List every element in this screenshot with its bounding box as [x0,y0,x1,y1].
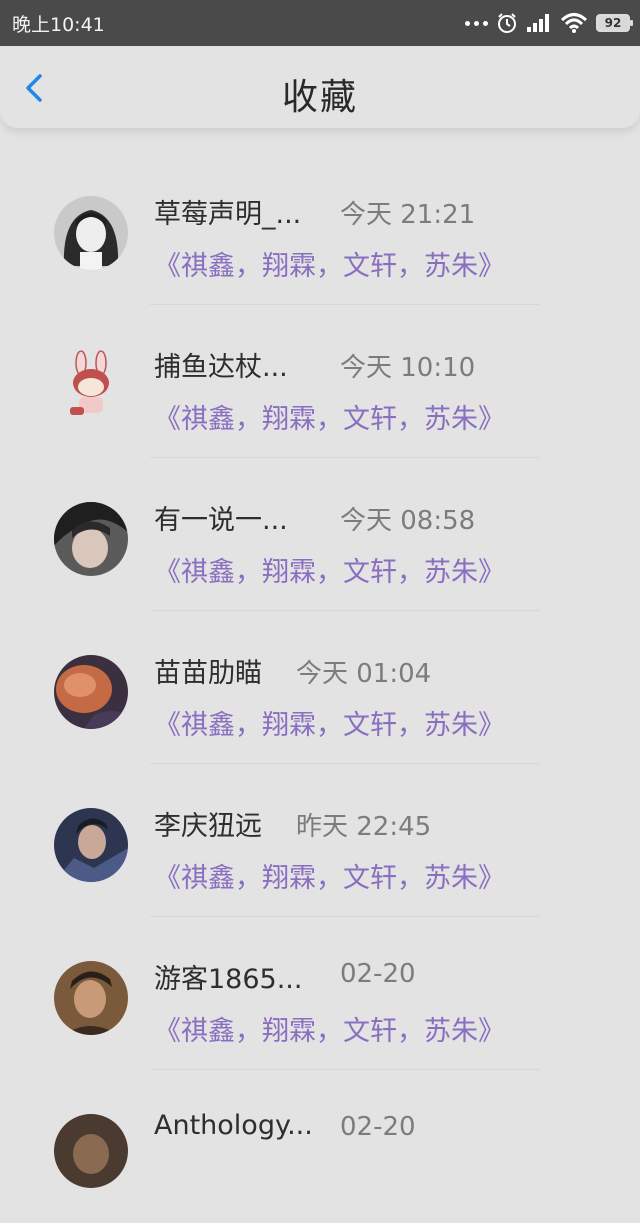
list-item[interactable]: Anthology... 02-20 [0,1070,640,1223]
list-item[interactable]: 有一说一... 今天 08:58 《祺鑫，翔霖，文轩，苏朱》 [0,458,640,611]
list-item[interactable]: 李庆狃远 昨天 22:45 《祺鑫，翔霖，文轩，苏朱》 [0,764,640,917]
avatar [54,1114,128,1188]
page-title: 收藏 [281,77,358,118]
user-name: 游客1865... [154,964,303,995]
list-item[interactable]: 游客1865... 02-20 《祺鑫，翔霖，文轩，苏朱》 [0,917,640,1070]
avatar [54,502,128,576]
status-icons: 92 [465,9,633,37]
favorite-title[interactable]: 《祺鑫，翔霖，文轩，苏朱》 [154,703,505,742]
avatar [54,808,128,882]
signal-icon [527,14,549,32]
alarm-icon [498,13,516,33]
battery-icon: 92 [596,14,633,32]
favorite-title[interactable]: 《祺鑫，翔霖，文轩，苏朱》 [154,397,505,436]
favorite-time: 今天 21:21 [340,200,476,230]
favorite-time: 今天 08:58 [340,506,476,536]
avatar [54,655,128,729]
avatar [54,349,128,423]
user-name: 李庆狃远 [154,811,262,842]
favorite-time: 今天 10:10 [340,353,476,383]
favorite-title[interactable]: 《祺鑫，翔霖，文轩，苏朱》 [154,550,505,589]
list-item[interactable]: 捕鱼达杖... 今天 10:10 《祺鑫，翔霖，文轩，苏朱》 [0,305,640,458]
avatar [54,196,128,270]
user-name: 捕鱼达杖... [154,352,288,383]
user-name: 苗苗肋瞄 [154,658,262,689]
user-name: 有一说一... [154,505,288,536]
favorite-time: 昨天 22:45 [296,812,432,842]
favorite-time: 今天 01:04 [296,659,432,689]
favorites-list: 草莓声明_... 今天 21:21 《祺鑫，翔霖，文轩，苏朱》 捕鱼达杖... … [0,152,640,1223]
list-item[interactable]: 草莓声明_... 今天 21:21 《祺鑫，翔霖，文轩，苏朱》 [0,152,640,305]
list-item[interactable]: 苗苗肋瞄 今天 01:04 《祺鑫，翔霖，文轩，苏朱》 [0,611,640,764]
favorite-title[interactable]: 《祺鑫，翔霖，文轩，苏朱》 [154,244,505,283]
nav-bar: 收藏 [0,46,640,129]
favorite-title[interactable]: 《祺鑫，翔霖，文轩，苏朱》 [154,1009,505,1048]
favorite-title[interactable]: 《祺鑫，翔霖，文轩，苏朱》 [154,856,505,895]
favorite-time: 02-20 [340,959,416,989]
status-bar: 晚上10:41 92 [0,0,640,46]
status-time: 晚上10:41 [12,14,105,36]
wifi-icon [560,13,588,33]
avatar [54,961,128,1035]
user-name: 草莓声明_... [154,199,302,230]
user-name: Anthology... [154,1110,313,1141]
more-dots-icon [465,20,488,26]
